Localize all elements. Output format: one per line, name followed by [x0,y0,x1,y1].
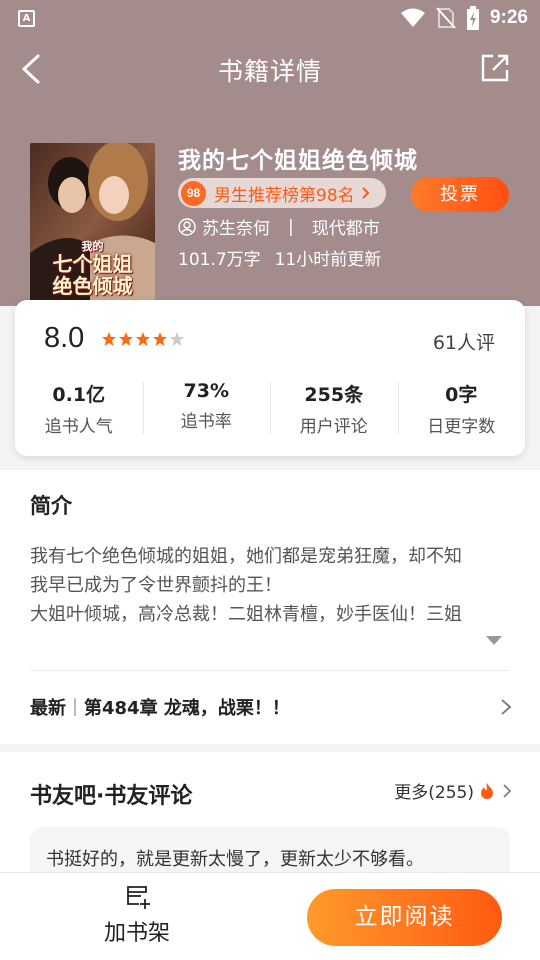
shelf-label: 加书架 [103,921,170,946]
stat-value: 0字 [445,384,478,406]
expand-down-icon[interactable] [486,636,502,645]
author-row: 苏生奈何 | 现代都市 [178,214,380,239]
cover-title: 我的 七个姐姐 绝色倾城 [52,240,133,298]
separator: | [288,216,294,237]
stat-label: 追书率 [180,412,232,432]
rank-badge[interactable]: 98 男生推荐榜第98名 [178,178,386,208]
latest-label: 最新 [30,698,66,719]
category[interactable]: 现代都市 [312,214,380,239]
stat-label: 用户评论 [299,417,368,437]
bottom-bar: 加书架 立即阅读 [0,872,540,960]
wifi-icon [400,8,425,27]
comments-title: 书友吧·书友评论 [30,784,193,809]
star-filled-icon [153,332,167,346]
add-shelf-icon [127,886,150,909]
stat-value: 255条 [304,384,364,406]
share-icon[interactable] [480,53,510,83]
add-to-shelf-button[interactable]: 加书架 [92,883,182,953]
user-icon [178,217,196,236]
stat-reviews[interactable]: 255条 用户评论 [270,380,398,437]
battery-icon [466,6,479,30]
page-title: 书籍详情 [217,57,322,86]
vote-button[interactable]: 投票 [411,177,509,212]
book-title: 我的七个姐姐绝色倾城 [178,148,418,174]
update-time: 11小时前更新 [274,250,382,270]
star-filled-icon [119,332,133,346]
intro-section: 简介 我有七个绝色倾城的姐姐，她们都是宠弟狂魔，却不知 我早已成为了令世界颤抖的… [0,470,540,744]
stat-label: 日更字数 [427,417,496,437]
more-label: 更多(255) [394,783,474,803]
stat-follow-rate: 73% 追书率 [142,380,271,436]
chevron-right-icon [361,187,370,199]
stat-daily-words: 0字 日更字数 [397,380,526,437]
stat-label: 追书人气 [44,417,113,437]
clock: 9:26 [489,7,528,28]
fire-icon [481,782,493,799]
no-sim-icon [436,7,456,29]
more-comments-link[interactable]: 更多(255) [394,778,512,803]
book-cover[interactable]: 我的 七个姐姐 绝色倾城 [30,143,155,303]
rating-score: 8.0 [44,322,85,354]
stats-row: 0.1亿 追书人气 73% 追书率 255条 用户评论 0字 日更字数 [15,380,526,437]
nav-bar: 书籍详情 [0,40,540,98]
status-bar: A 9:26 [0,0,540,36]
intro-line: 我早已成为了令世界颤抖的王！ [30,575,282,596]
latest-separator [74,698,76,716]
chevron-right-icon [503,783,512,798]
comment-text: 书挺好的，就是更新太慢了，更新太少不够看。 [46,849,424,870]
read-now-button[interactable]: 立即阅读 [307,889,502,946]
intro-line: 大姐叶倾城，高冷总裁！二姐林青檀，妙手医仙！三姐 [30,604,462,625]
star-filled-icon [102,332,116,346]
latest-chapter: 第484章 龙魂，战栗！！ [84,698,290,719]
rank-text: 男生推荐榜第98名 [214,185,355,206]
intro-line: 我有七个绝色倾城的姐姐，她们都是宠弟狂魔，却不知 [30,546,462,567]
rating-stars [101,331,185,347]
chevron-right-icon [501,699,512,715]
star-empty-icon [170,332,184,346]
latest-chapter-row[interactable]: 最新 第484章 龙魂，战栗！！ [30,692,512,722]
word-count: 101.7万字 [178,250,261,270]
author-name[interactable]: 苏生奈何 [202,214,270,239]
star-filled-icon [136,332,150,346]
intro-text[interactable]: 我有七个绝色倾城的姐姐，她们都是宠弟狂魔，却不知 我早已成为了令世界颤抖的王！ … [30,542,512,629]
intro-title: 简介 [30,494,72,518]
app-notification-icon: A [18,10,35,27]
divider [30,670,510,671]
stat-value: 0.1亿 [52,384,106,406]
rank-number: 98 [181,180,206,206]
stats-card: 8.0 61人评 0.1亿 追书人气 73% 追书率 255条 用户评论 0字 … [15,300,525,456]
stat-popularity: 0.1亿 追书人气 [15,380,143,437]
stat-value: 73% [183,380,229,402]
meta-row: 101.7万字 11小时前更新 [178,245,381,270]
ratings-count[interactable]: 61人评 [433,328,495,355]
